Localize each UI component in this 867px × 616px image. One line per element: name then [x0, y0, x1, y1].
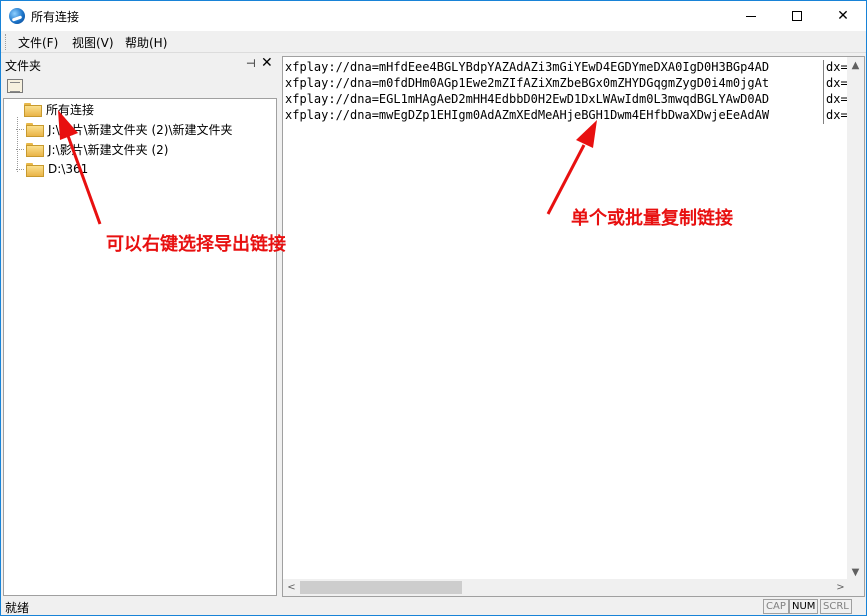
tree-item-label: D:\361	[48, 162, 89, 176]
menu-file[interactable]: 文件(F)	[18, 34, 58, 51]
close-button[interactable]: ✕	[820, 1, 866, 31]
menu-grip[interactable]	[5, 34, 8, 50]
tree-item-label: J:\影片\新建文件夹 (2)	[48, 142, 169, 157]
scroll-lock-indicator: SCRL	[820, 599, 852, 614]
folder-pane-header: 文件夹 ⊣ ✕	[1, 54, 279, 74]
folder-icon	[24, 103, 42, 117]
links-list[interactable]: xfplay://dna=mHfdEee4BGLYBdpYAZAdAZi3mGi…	[282, 56, 865, 597]
app-logo-icon	[9, 8, 25, 24]
list-row[interactable]: xfplay://dna=mwEgDZp1EHIgm0AdAZmXEdMeAHj…	[283, 108, 864, 124]
window-title: 所有连接	[31, 10, 80, 24]
pane-close-icon[interactable]: ✕	[261, 55, 273, 71]
vertical-scrollbar[interactable]: ▲ ▼	[847, 57, 864, 581]
menu-bar: 文件(F) 视图(V) 帮助(H)	[1, 31, 866, 53]
maximize-icon	[792, 11, 802, 21]
folder-icon	[26, 163, 44, 177]
pin-icon[interactable]: ⊣	[246, 57, 256, 70]
menu-view[interactable]: 视图(V)	[72, 34, 114, 51]
minimize-icon	[746, 15, 756, 17]
tree-item[interactable]: J:\影片\新建文件夹 (2)	[16, 139, 168, 159]
annotation-export-tip: 可以右键选择导出链接	[106, 234, 286, 255]
num-lock-indicator: NUM	[789, 599, 819, 614]
link-url: xfplay://dna=mHfdEee4BGLYBdpYAZAdAZi3mGi…	[285, 60, 770, 74]
folder-icon	[26, 143, 44, 157]
status-text: 就绪	[5, 601, 30, 615]
folder-pane-title: 文件夹	[5, 59, 42, 73]
link-url: xfplay://dna=EGL1mHAgAeD2mHH4EdbbD0H2EwD…	[285, 92, 770, 106]
list-row[interactable]: xfplay://dna=m0fdDHm0AGp1Ewe2mZIfAZiXmZb…	[283, 76, 864, 92]
tree-item[interactable]: J:\影片\新建文件夹 (2)\新建文件夹	[16, 119, 233, 139]
horizontal-scroll-thumb[interactable]	[300, 581, 462, 594]
tree-item-label: 所有连接	[46, 102, 95, 117]
tree-item-all[interactable]: 所有连接	[24, 99, 94, 119]
scroll-up-icon[interactable]: ▲	[847, 57, 864, 74]
folder-tree[interactable]: 所有连接 J:\影片\新建文件夹 (2)\新建文件夹 J:\影片\新建文件夹 (…	[3, 98, 277, 596]
maximize-button[interactable]	[774, 1, 820, 31]
folder-icon	[26, 123, 44, 137]
annotation-copy-tip: 单个或批量复制链接	[571, 208, 733, 229]
status-bar: 就绪 CAP NUM SCRL	[1, 598, 866, 615]
caps-lock-indicator: CAP	[763, 599, 789, 614]
scroll-left-icon[interactable]: <	[283, 579, 300, 596]
link-url: xfplay://dna=m0fdDHm0AGp1Ewe2mZIfAZiXmZb…	[285, 76, 770, 90]
link-url: xfplay://dna=mwEgDZp1EHIgm0AdAZmXEdMeAHj…	[285, 108, 770, 122]
horizontal-scrollbar[interactable]: < >	[283, 579, 849, 596]
folder-pane-toolbar	[1, 74, 279, 98]
title-bar[interactable]: 所有连接 ✕	[1, 1, 866, 31]
minimize-button[interactable]	[728, 1, 774, 31]
folder-list-icon[interactable]	[7, 79, 23, 93]
scroll-corner	[847, 579, 864, 596]
menu-help[interactable]: 帮助(H)	[125, 34, 167, 51]
close-icon: ✕	[837, 8, 849, 24]
tree-item[interactable]: D:\361	[16, 159, 88, 179]
app-window: 所有连接 ✕ 文件(F) 视图(V) 帮助(H) 文件夹 ⊣ ✕ 所有连接 J:…	[0, 0, 867, 616]
tree-item-label: J:\影片\新建文件夹 (2)\新建文件夹	[48, 122, 233, 137]
list-row[interactable]: xfplay://dna=mHfdEee4BGLYBdpYAZAdAZi3mGi…	[283, 60, 864, 76]
list-row[interactable]: xfplay://dna=EGL1mHAgAeD2mHH4EdbbD0H2EwD…	[283, 92, 864, 108]
